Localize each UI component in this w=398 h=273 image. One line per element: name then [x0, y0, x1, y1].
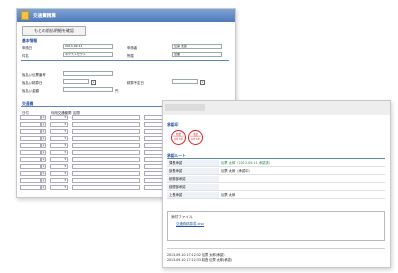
detail-header-tab[interactable] [165, 104, 205, 111]
subject-input[interactable]: ネクストセクト [63, 52, 113, 57]
section-from-input[interactable] [72, 185, 140, 190]
row-date-input[interactable] [20, 185, 41, 190]
document-icon [21, 11, 29, 20]
section-from-input[interactable] [72, 143, 140, 148]
approval-stamp: 承認 2013-09-10 伝票 太郎 [188, 130, 203, 145]
advance-amount-input[interactable] [63, 87, 113, 92]
row-date-input[interactable] [20, 164, 41, 169]
row-date-input[interactable] [20, 122, 41, 127]
field-label-date: 申請日 [22, 46, 33, 50]
route-key: 部長承認 [167, 168, 219, 174]
route-key: 総務部承認 [167, 176, 219, 182]
section-from-input[interactable] [72, 171, 140, 176]
calendar-icon[interactable]: ▾ [41, 129, 46, 134]
row-date-input[interactable] [20, 150, 41, 155]
route-value: 伝票 太郎 [221, 193, 236, 197]
stamp-line: 伝票 太郎 [174, 139, 183, 142]
calendar-icon[interactable]: ▾ [41, 143, 46, 148]
transport-select[interactable]: ▾ [50, 178, 68, 183]
row-date-input[interactable] [20, 178, 41, 183]
calendar-icon[interactable]: ▾ [41, 122, 46, 127]
route-row: 経理部承認 [167, 183, 385, 191]
field-label-advance-date: 仮払い精算日 [22, 81, 43, 85]
calendar-icon[interactable]: ▾ [41, 185, 46, 190]
field-label-advance-amount: 仮払い金額 [22, 89, 39, 93]
transport-select[interactable]: ▾ [50, 164, 68, 169]
transport-select[interactable]: ▾ [50, 150, 68, 155]
route-row: 上長承認 伝票 太郎 [167, 191, 385, 199]
transport-select[interactable]: ▾ [50, 122, 68, 127]
row-date-input[interactable] [20, 136, 41, 141]
stamp-line: 伝票 太郎 [191, 139, 200, 142]
section-from-input[interactable] [72, 129, 140, 134]
field-label-due-date: 精算予定日 [127, 81, 144, 85]
field-label-advance-no: 仮払い伝票番号 [22, 73, 46, 77]
section-from-input[interactable] [72, 115, 140, 120]
row-date-input[interactable] [20, 157, 41, 162]
route-row: 部長承認 伝票 太郎（承認中） [167, 167, 385, 175]
route-key: 課長承認 [167, 160, 219, 166]
calendar-icon[interactable]: ▾ [91, 80, 96, 85]
transport-select[interactable]: ▾ [50, 185, 68, 190]
calendar-icon[interactable]: ▾ [41, 150, 46, 155]
row-date-input[interactable] [20, 129, 41, 134]
form-titlebar: 交通費精算 [17, 9, 235, 22]
transport-select[interactable]: ▾ [50, 143, 68, 148]
row-date-input[interactable] [20, 115, 41, 120]
attachment-label: 添付ファイル [171, 215, 193, 219]
section-from-input[interactable] [72, 150, 140, 155]
check-original-button[interactable]: もとの前払明細を確認 [22, 26, 86, 36]
approval-detail-window: 承認印 精算 2013-09-10 伝票 太郎 承認 2013-09-10 伝票… [162, 100, 391, 268]
section-approval-stamps: 承認印 [167, 122, 179, 127]
calendar-icon[interactable]: ▾ [41, 136, 46, 141]
calendar-icon[interactable]: ▾ [41, 178, 46, 183]
section-from-input[interactable] [72, 136, 140, 141]
section-from-input[interactable] [72, 157, 140, 162]
attachment-box: 添付ファイル 交通費精算書.xlsx [167, 211, 385, 241]
section-from-input[interactable] [72, 164, 140, 169]
route-key: 上長承認 [167, 192, 219, 198]
due-date-input[interactable] [172, 79, 198, 84]
currency-unit: 円 [115, 89, 119, 93]
applicant-input[interactable]: 伝票 太郎 [172, 44, 222, 49]
approval-stamp: 精算 2013-09-10 伝票 太郎 [171, 130, 186, 145]
field-label-dept: 所属 [127, 54, 134, 58]
advance-date-input[interactable] [63, 79, 89, 84]
field-label-subject: 件名 [22, 54, 29, 58]
transport-select[interactable]: ▾ [50, 115, 68, 120]
divider [167, 248, 385, 249]
route-row: 課長承認 伝票 太郎（2013-09-11 承認済） [167, 159, 385, 167]
row-date-input[interactable] [20, 171, 41, 176]
log-entry: 2013-09-10 17:12:33 精査 伝票 太郎(承認) [167, 258, 232, 262]
form-title: 交通費精算 [33, 13, 56, 19]
field-label-applicant: 申請者 [127, 46, 138, 50]
row-date-input[interactable] [20, 143, 41, 148]
transport-select[interactable]: ▾ [50, 157, 68, 162]
route-row: 総務部承認 [167, 175, 385, 183]
divider [21, 60, 229, 61]
calendar-icon[interactable]: ▾ [41, 157, 46, 162]
route-key: 経理部承認 [167, 184, 219, 190]
calendar-icon[interactable]: ▾ [41, 164, 46, 169]
dept-input[interactable]: 営業 [172, 52, 222, 57]
route-value: 伝票 太郎（承認中） [221, 169, 252, 173]
calendar-icon[interactable]: ▾ [200, 80, 205, 85]
section-from-input[interactable] [72, 122, 140, 127]
transport-select[interactable]: ▾ [50, 171, 68, 176]
calendar-icon[interactable]: ▾ [41, 171, 46, 176]
date-input[interactable]: 2013-09-11 [63, 44, 113, 49]
section-from-input[interactable] [72, 178, 140, 183]
attachment-file-link[interactable]: 交通費精算書.xlsx [176, 221, 204, 226]
calendar-icon[interactable]: ▾ [41, 115, 46, 120]
advance-no-input[interactable] [63, 71, 113, 76]
transport-select[interactable]: ▾ [50, 136, 68, 141]
route-value: 伝票 太郎（2013-09-11 承認済） [221, 161, 272, 165]
section-basic-info: 基本情報 [22, 38, 38, 43]
transport-select[interactable]: ▾ [50, 129, 68, 134]
